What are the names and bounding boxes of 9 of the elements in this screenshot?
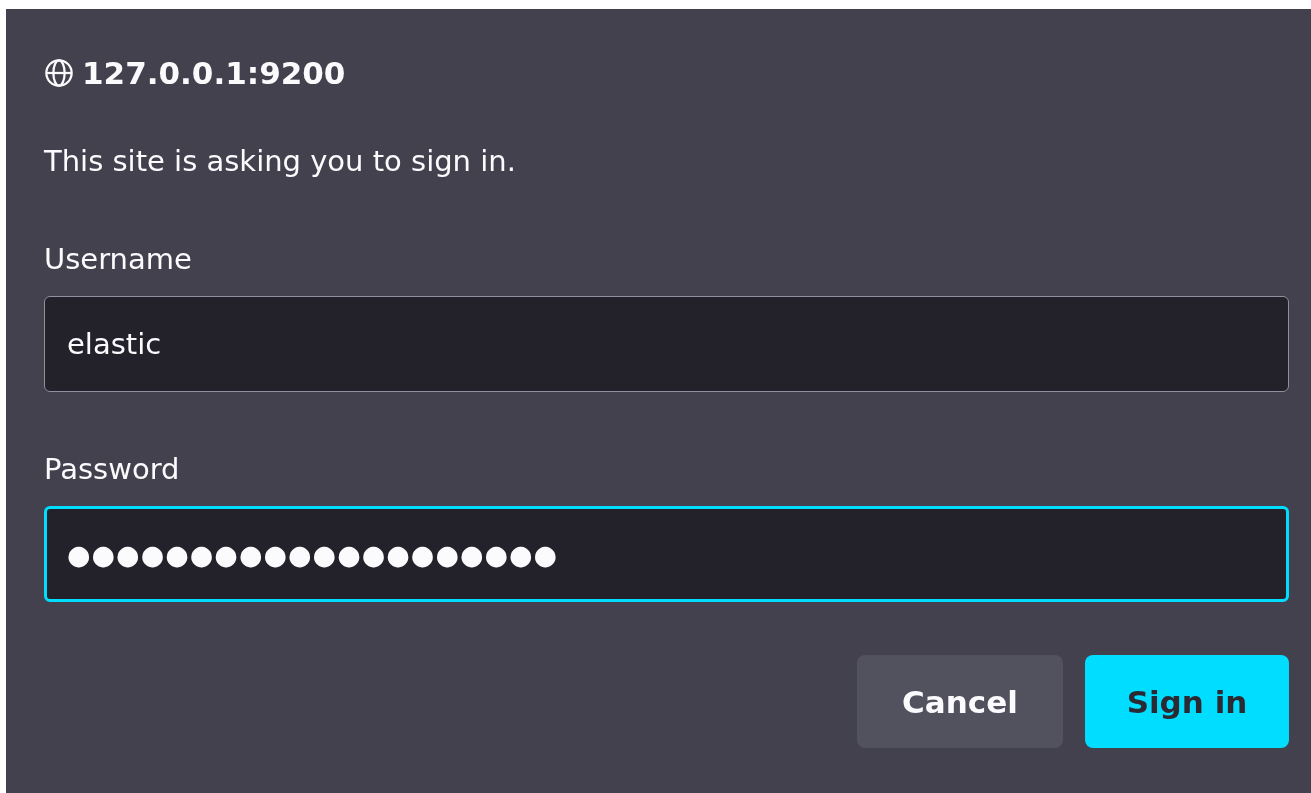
- site-address: 127.0.0.1:9200: [82, 55, 346, 91]
- password-field[interactable]: ●●●●●●●●●●●●●●●●●●●●: [44, 506, 1289, 602]
- field-label: Username: [44, 241, 193, 278]
- cancel-button[interactable]: Cancel: [857, 655, 1063, 748]
- globe-icon: [44, 58, 74, 88]
- field-label: Password: [44, 451, 181, 488]
- username-field[interactable]: elastic: [44, 296, 1289, 392]
- sign-in-message: This site is asking you to sign in.: [44, 143, 517, 180]
- sign-in-button[interactable]: Sign in: [1085, 655, 1289, 748]
